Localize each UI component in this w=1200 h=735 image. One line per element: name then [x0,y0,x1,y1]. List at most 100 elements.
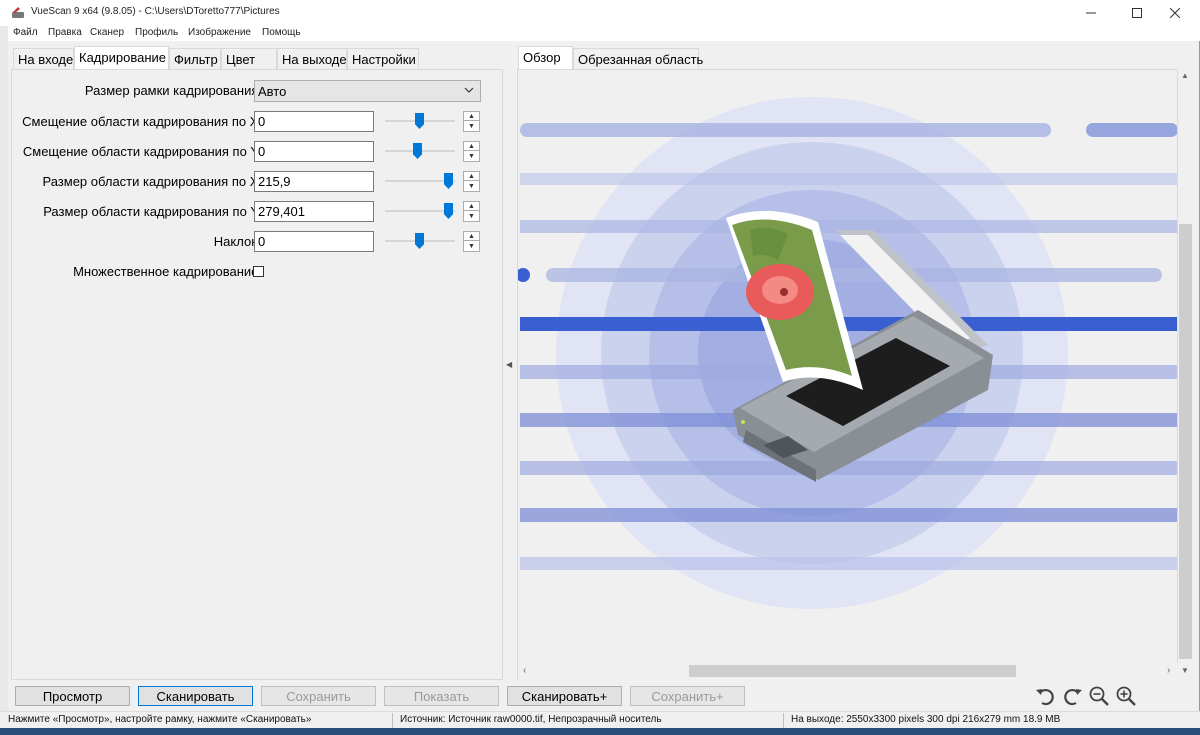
window-title: VueScan 9 x64 (9.8.05) - C:\Users\DToret… [31,6,280,17]
size-x-row: Размер области кадрирования по X: 215,9 … [12,171,504,193]
size-y-input[interactable]: 279,401 [254,201,374,222]
menu-image[interactable]: Изображение [188,27,251,38]
size-x-label: Размер области кадрирования по X: [42,174,262,189]
spin-down-icon[interactable]: ▼ [464,212,479,221]
save-button[interactable]: Сохранить [261,686,376,706]
spin-up-icon[interactable]: ▲ [464,112,479,121]
rotate-right-icon[interactable] [1062,685,1084,707]
spin-down-icon[interactable]: ▼ [464,152,479,161]
minimize-icon [1086,12,1096,14]
multi-crop-label: Множественное кадрирование: [73,264,262,279]
scan-button[interactable]: Сканировать [138,686,253,706]
minimize-button[interactable] [1068,0,1114,26]
slider-thumb[interactable] [444,203,453,219]
menu-file[interactable]: Файл [13,27,38,38]
menu-profile[interactable]: Профиль [135,27,178,38]
maximize-icon [1132,8,1142,18]
spin-down-icon[interactable]: ▼ [464,182,479,191]
spin-down-icon[interactable]: ▼ [464,122,479,131]
close-icon [1170,8,1180,18]
size-y-row: Размер области кадрирования по Y: 279,40… [12,201,504,223]
save-plus-button[interactable]: Сохранить+ [630,686,745,706]
offset-x-slider[interactable] [385,111,455,131]
offset-y-row: Смещение области кадрирования по Y: 0 ▲ … [12,141,504,163]
spin-up-icon[interactable]: ▲ [464,172,479,181]
status-hint: Нажмите «Просмотр», настройте рамку, наж… [8,714,312,725]
spin-down-icon[interactable]: ▼ [464,242,479,251]
status-divider [392,713,393,728]
scan-plus-button[interactable]: Сканировать+ [507,686,622,706]
size-x-slider[interactable] [385,171,455,191]
title-bar: VueScan 9 x64 (9.8.05) - C:\Users\DToret… [0,0,1200,26]
slider-thumb[interactable] [415,233,424,249]
horizontal-scrollbar[interactable]: ‹ › [518,663,1178,680]
scroll-right-icon[interactable]: › [1167,665,1170,676]
slider-thumb[interactable] [415,113,424,129]
size-y-spinner[interactable]: ▲ ▼ [463,201,480,222]
collapse-arrow-icon[interactable]: ◀ [506,360,512,369]
slider-thumb[interactable] [444,173,453,189]
status-source: Источник: Источник raw0000.tif, Непрозра… [400,714,662,725]
scroll-down-icon[interactable]: ▼ [1181,666,1189,675]
tab-filter[interactable]: Фильтр [169,48,221,70]
offset-y-slider[interactable] [385,141,455,161]
tab-cropped-area[interactable]: Обрезанная область [573,48,703,70]
rotate-left-icon[interactable] [1034,685,1056,707]
close-button[interactable] [1152,0,1198,26]
tab-settings[interactable]: Настройки [347,48,419,70]
frame-size-select[interactable]: Авто [254,80,481,102]
multi-crop-checkbox[interactable] [253,266,264,277]
left-tabs: На входе Кадрирование Фильтр Цвет На вых… [13,46,505,70]
offset-x-label: Смещение области кадрирования по X: [22,114,262,129]
vertical-scroll-thumb[interactable] [1179,224,1192,659]
preview-panel [517,69,1178,680]
app-icon [12,7,24,18]
tab-preview[interactable]: Обзор [518,46,573,70]
size-x-input[interactable]: 215,9 [254,171,374,192]
tab-input[interactable]: На входе [13,48,74,70]
tab-crop[interactable]: Кадрирование [74,46,169,70]
offset-x-input[interactable]: 0 [254,111,374,132]
offset-y-label: Смещение области кадрирования по Y: [22,144,262,159]
spin-up-icon[interactable]: ▲ [464,142,479,151]
taskbar-edge [0,728,1200,735]
menu-scanner[interactable]: Сканер [90,27,124,38]
status-divider [783,713,784,728]
menu-edit[interactable]: Правка [48,27,82,38]
spin-up-icon[interactable]: ▲ [464,232,479,241]
tilt-row: Наклон: 0 ▲ ▼ [12,231,504,253]
zoom-in-icon[interactable] [1115,685,1137,707]
menu-bar: Файл Правка Сканер Профиль Изображение П… [0,26,1200,41]
slider-thumb[interactable] [413,143,422,159]
status-output: На выходе: 2550x3300 pixels 300 dpi 216x… [791,714,1061,725]
tab-output[interactable]: На выходе [277,48,347,70]
size-y-slider[interactable] [385,201,455,221]
zoom-out-icon[interactable] [1088,685,1110,707]
size-y-label: Размер области кадрирования по Y: [43,204,262,219]
offset-x-row: Смещение области кадрирования по X: 0 ▲ … [12,111,504,133]
tilt-slider[interactable] [385,231,455,251]
scroll-up-icon[interactable]: ▲ [1181,71,1189,80]
vertical-scrollbar[interactable]: ▲ ▼ [1178,69,1193,680]
tab-color[interactable]: Цвет [221,48,277,70]
status-bar: Нажмите «Просмотр», настройте рамку, наж… [0,711,1200,728]
right-tabs: Обзор Обрезанная область [518,46,1178,70]
frame-size-row: Размер рамки кадрирования: Авто [12,80,504,102]
offset-y-spinner[interactable]: ▲ ▼ [463,141,480,162]
show-button[interactable]: Показать [384,686,499,706]
offset-y-input[interactable]: 0 [254,141,374,162]
multi-crop-row: Множественное кадрирование: [12,261,504,283]
frame-size-label: Размер рамки кадрирования: [84,83,262,98]
preview-button[interactable]: Просмотр [15,686,130,706]
menu-help[interactable]: Помощь [262,27,301,38]
horizontal-scroll-thumb[interactable] [689,665,1016,677]
offset-x-spinner[interactable]: ▲ ▼ [463,111,480,132]
vuescan-logo-illustration [518,97,1177,609]
frame-size-value: Авто [258,84,287,99]
spin-up-icon[interactable]: ▲ [464,202,479,211]
tilt-input[interactable]: 0 [254,231,374,252]
tilt-spinner[interactable]: ▲ ▼ [463,231,480,252]
scroll-left-icon[interactable]: ‹ [523,665,526,676]
size-x-spinner[interactable]: ▲ ▼ [463,171,480,192]
window-edge [0,26,8,711]
